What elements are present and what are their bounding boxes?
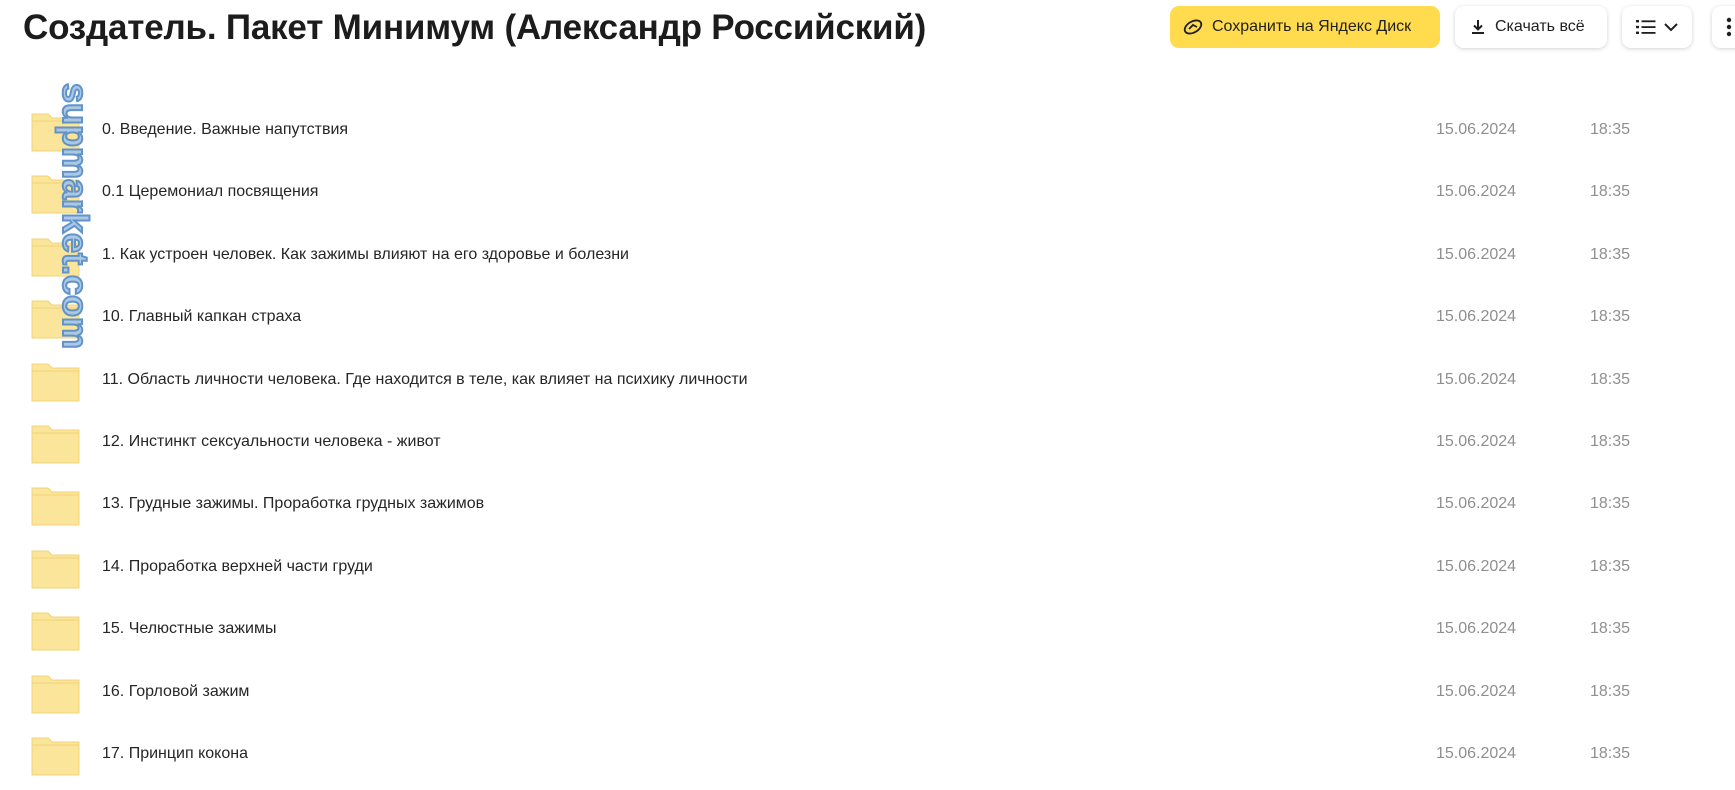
public-folder-page: Создатель. Пакет Минимум (Александр Росс… — [0, 0, 1735, 790]
more-vertical-icon — [1726, 17, 1732, 37]
folder-icon — [31, 112, 80, 152]
file-date: 15.06.2024 — [1436, 183, 1517, 201]
file-time: 18:35 — [1590, 495, 1631, 513]
folder-icon — [31, 299, 80, 339]
file-time: 18:35 — [1590, 682, 1631, 700]
list-item[interactable]: 12. Инстинкт сексуальности человека - жи… — [0, 412, 1735, 474]
file-date: 15.06.2024 — [1436, 308, 1517, 326]
download-all-button[interactable]: Скачать всё — [1455, 6, 1607, 48]
file-date: 15.06.2024 — [1436, 432, 1517, 450]
page-title: Создатель. Пакет Минимум (Александр Росс… — [23, 8, 927, 47]
file-name: 0. Введение. Важные напутствия — [102, 121, 349, 138]
file-date: 15.06.2024 — [1436, 495, 1517, 513]
list-item[interactable]: 1. Как устроен человек. Как зажимы влияю… — [0, 225, 1735, 287]
folder-icon — [31, 362, 80, 402]
folder-icon — [31, 549, 80, 589]
list-item[interactable]: 11. Область личности человека. Где наход… — [0, 350, 1735, 412]
file-name: 16. Горловой зажим — [102, 682, 250, 700]
file-date: 15.06.2024 — [1436, 620, 1517, 638]
file-date: 15.06.2024 — [1436, 121, 1517, 138]
list-item[interactable]: 10. Главный капкан страха 15.06.2024 18:35 — [0, 287, 1735, 349]
file-time: 18:35 — [1590, 370, 1631, 388]
list-item[interactable]: 13. Грудные зажимы. Проработка грудных з… — [0, 474, 1735, 536]
folder-icon — [31, 611, 80, 651]
file-date: 15.06.2024 — [1436, 557, 1517, 575]
file-name: 13. Грудные зажимы. Проработка грудных з… — [102, 495, 485, 513]
file-time: 18:35 — [1590, 744, 1631, 762]
disk-save-icon — [1182, 16, 1204, 38]
list-item[interactable]: 15. Челюстные зажимы 15.06.2024 18:35 — [0, 599, 1735, 661]
file-time: 18:35 — [1590, 308, 1631, 326]
file-name: 12. Инстинкт сексуальности человека - жи… — [102, 432, 441, 450]
list-item[interactable]: 0. Введение. Важные напутствия 15.06.2024… — [0, 100, 1735, 162]
file-time: 18:35 — [1590, 620, 1631, 638]
file-name: 17. Принцип кокона — [102, 744, 248, 762]
file-name: 10. Главный капкан страха — [102, 308, 302, 326]
download-icon — [1469, 18, 1487, 36]
header: Создатель. Пакет Минимум (Александр Росс… — [0, 0, 1735, 60]
file-date: 15.06.2024 — [1436, 370, 1517, 388]
file-date: 15.06.2024 — [1436, 682, 1517, 700]
folder-icon — [31, 424, 80, 464]
folder-icon — [31, 237, 80, 277]
list-item[interactable]: 0.1 Церемониал посвящения 15.06.2024 18:35 — [0, 162, 1735, 224]
file-date: 15.06.2024 — [1436, 744, 1517, 762]
file-time: 18:35 — [1590, 557, 1631, 575]
file-time: 18:35 — [1590, 121, 1631, 138]
file-list: 0. Введение. Важные напутствия 15.06.2024… — [0, 100, 1735, 786]
view-mode-button[interactable] — [1622, 6, 1692, 48]
file-name: 11. Область личности человека. Где наход… — [102, 370, 748, 388]
file-date: 15.06.2024 — [1436, 245, 1517, 263]
file-time: 18:35 — [1590, 183, 1631, 201]
file-name: 14. Проработка верхней части груди — [102, 557, 373, 575]
chevron-down-icon — [1663, 21, 1679, 33]
file-name: 0.1 Церемониал посвящения — [102, 183, 319, 201]
list-item[interactable]: 16. Горловой зажим 15.06.2024 18:35 — [0, 662, 1735, 724]
download-all-label: Скачать всё — [1495, 18, 1585, 35]
folder-icon — [31, 486, 80, 526]
save-to-disk-label: Сохранить на Яндекс Диск — [1212, 18, 1412, 35]
folder-icon — [31, 736, 80, 776]
list-item[interactable]: 14. Проработка верхней части груди 15.06.… — [0, 537, 1735, 599]
folder-icon — [31, 674, 80, 714]
list-item[interactable]: 17. Принцип кокона 15.06.2024 18:35 — [0, 724, 1735, 786]
list-view-icon — [1635, 18, 1657, 36]
more-options-button[interactable] — [1712, 6, 1735, 48]
file-time: 18:35 — [1590, 245, 1631, 263]
folder-icon — [31, 174, 80, 214]
file-time: 18:35 — [1590, 432, 1631, 450]
file-name: 1. Как устроен человек. Как зажимы влияю… — [102, 245, 629, 263]
file-name: 15. Челюстные зажимы — [102, 620, 277, 638]
save-to-disk-button[interactable]: Сохранить на Яндекс Диск — [1170, 6, 1440, 48]
